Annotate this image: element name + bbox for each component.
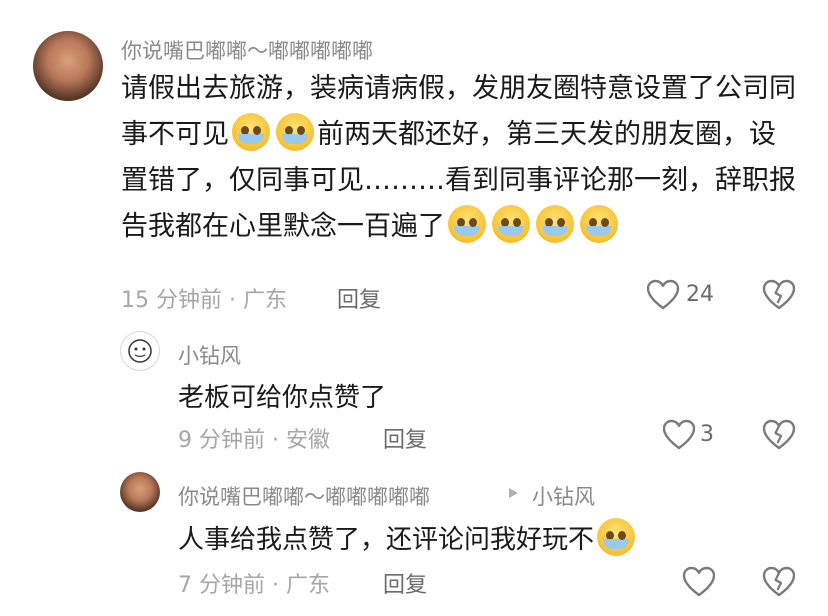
reply-time-location: 7 分钟前 · 广东 xyxy=(178,573,330,598)
reply-button[interactable]: 回复 xyxy=(337,282,381,314)
pleading-face-emoji-icon xyxy=(276,113,314,151)
avatar[interactable] xyxy=(120,331,160,371)
heart-outline-icon[interactable] xyxy=(682,566,716,598)
broken-heart-icon[interactable] xyxy=(762,566,796,598)
comment-time-location: 15 分钟前 · 广东 xyxy=(121,288,287,313)
reply-to-username[interactable]: 小钻风 xyxy=(532,481,595,511)
reply-username[interactable]: 小钻风 xyxy=(178,340,241,370)
comment-text: 请假出去旅游，装病请病假，发朋友圈特意设置了公司同事不可见 前两天都还好，第三天发… xyxy=(121,66,801,250)
pleading-face-emoji-icon xyxy=(580,205,618,243)
like-count: 3 xyxy=(700,422,714,447)
pleading-face-emoji-icon xyxy=(492,205,530,243)
heart-outline-icon[interactable] xyxy=(662,419,696,451)
reply-button[interactable]: 回复 xyxy=(383,422,427,454)
avatar[interactable] xyxy=(120,472,160,512)
broken-heart-icon[interactable] xyxy=(762,279,796,311)
reply-text: 人事给我点赞了，还评论问我好玩不 xyxy=(178,518,638,556)
pleading-face-emoji-icon xyxy=(232,113,270,151)
like-count: 24 xyxy=(686,282,714,307)
reply-username[interactable]: 你说嘴巴嘟嘟～嘟嘟嘟嘟嘟 xyxy=(178,481,430,511)
reply-text: 老板可给你点赞了 xyxy=(178,383,387,413)
reply-button[interactable]: 回复 xyxy=(383,567,427,599)
heart-outline-icon[interactable] xyxy=(646,279,680,311)
reply-time-location: 9 分钟前 · 安徽 xyxy=(178,428,330,453)
pleading-face-emoji-icon xyxy=(448,205,486,243)
reply-text-content: 人事给我点赞了，还评论问我好玩不 xyxy=(178,525,595,555)
pleading-face-emoji-icon xyxy=(597,518,636,556)
triangle-right-icon xyxy=(506,486,520,500)
comment-username[interactable]: 你说嘴巴嘟嘟～嘟嘟嘟嘟嘟 xyxy=(121,35,373,65)
avatar[interactable] xyxy=(33,31,103,101)
broken-heart-icon[interactable] xyxy=(762,419,796,451)
pleading-face-emoji-icon xyxy=(536,205,574,243)
